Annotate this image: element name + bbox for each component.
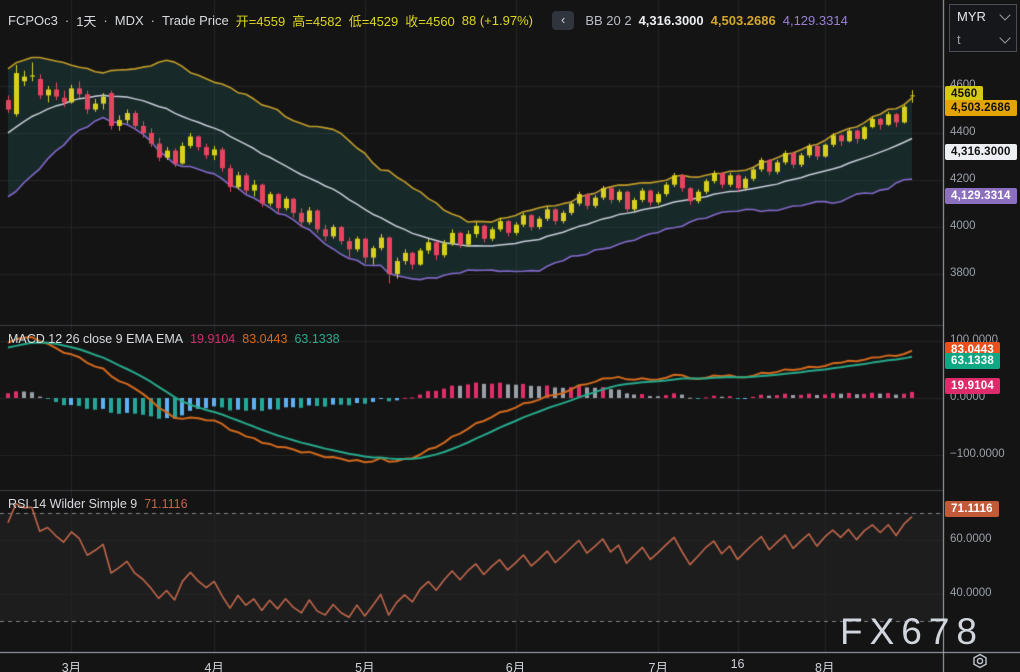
price-tick-label: 3800: [950, 267, 976, 279]
chevron-down-icon: [999, 32, 1010, 43]
price-tick-label: 4000: [950, 220, 976, 232]
watermark: FX678: [840, 611, 984, 653]
axis-badge: 4,316.3000: [945, 144, 1017, 160]
collapse-indicator-button[interactable]: ‹: [552, 11, 574, 30]
axis-badge: 19.9104: [945, 378, 1000, 394]
ohlc-close: 收=4560: [405, 11, 455, 30]
bb-lower-value: 4,129.3314: [783, 13, 848, 28]
currency-value: MYR: [957, 9, 986, 24]
time-tick-label: 5月: [355, 657, 374, 672]
change-value: 88 (+1.97%): [462, 13, 533, 28]
exchange-label: MDX: [115, 13, 144, 28]
axis-badge: 4,129.3314: [945, 188, 1017, 204]
rsi-label: RSI 14 Wilder Simple 9: [8, 497, 137, 511]
macd-line-value: 83.0443: [242, 332, 287, 346]
separator-dot: ·: [65, 13, 69, 28]
chevron-down-icon: [999, 9, 1010, 20]
price-tick-label: 4200: [950, 173, 976, 185]
unit-value: t: [957, 32, 961, 47]
axis-unit-controls: MYR t: [949, 4, 1017, 52]
currency-dropdown[interactable]: MYR: [950, 5, 1016, 28]
time-tick-label: 3月: [62, 657, 81, 672]
bb-upper-value: 4,503.2686: [711, 13, 776, 28]
separator-dot: ·: [103, 13, 107, 28]
time-tick-label: 16: [731, 657, 745, 671]
axis-badge: 4,503.2686: [945, 100, 1017, 116]
rsi-value: 71.1116: [144, 497, 187, 511]
price-tick-label: 4400: [950, 126, 976, 138]
rsi-header: RSI 14 Wilder Simple 9 71.1116: [8, 497, 188, 511]
macd-tick-label: −100.0000: [950, 448, 1005, 460]
axis-badge: 63.1338: [945, 353, 1000, 369]
time-tick-label: 4月: [204, 657, 223, 672]
rsi-tick-label: 60.0000: [950, 533, 992, 545]
ohlc-open: 开=4559: [236, 11, 286, 30]
macd-signal-value: 63.1338: [294, 332, 339, 346]
bb-basis-value: 4,316.3000: [639, 13, 704, 28]
gear-icon[interactable]: [971, 653, 989, 669]
macd-label: MACD 12 26 close 9 EMA EMA: [8, 332, 183, 346]
series-type-label: Trade Price: [162, 13, 229, 28]
macd-hist-value: 19.9104: [190, 332, 235, 346]
ohlc-low: 低=4529: [349, 11, 399, 30]
time-tick-label: 7月: [649, 657, 668, 672]
trading-chart-app: { "header": { "symbol": "FCPOc3", "sep1"…: [0, 0, 1020, 672]
axis-badge: 71.1116: [945, 501, 999, 517]
symbol-name: FCPOc3: [8, 13, 58, 28]
ohlc-high: 高=4582: [292, 11, 342, 30]
separator-dot: ·: [151, 13, 155, 28]
interval-label: 1天: [76, 11, 96, 30]
bb-indicator-label: BB 20 2: [585, 13, 631, 28]
symbol-header: FCPOc3 · 1天 · MDX · Trade Price 开=4559 高…: [8, 11, 848, 30]
time-tick-label: 6月: [506, 657, 525, 672]
time-tick-label: 8月: [815, 657, 834, 672]
macd-header: MACD 12 26 close 9 EMA EMA 19.9104 83.04…: [8, 332, 340, 346]
unit-dropdown[interactable]: t: [950, 28, 1016, 51]
rsi-tick-label: 40.0000: [950, 587, 992, 599]
